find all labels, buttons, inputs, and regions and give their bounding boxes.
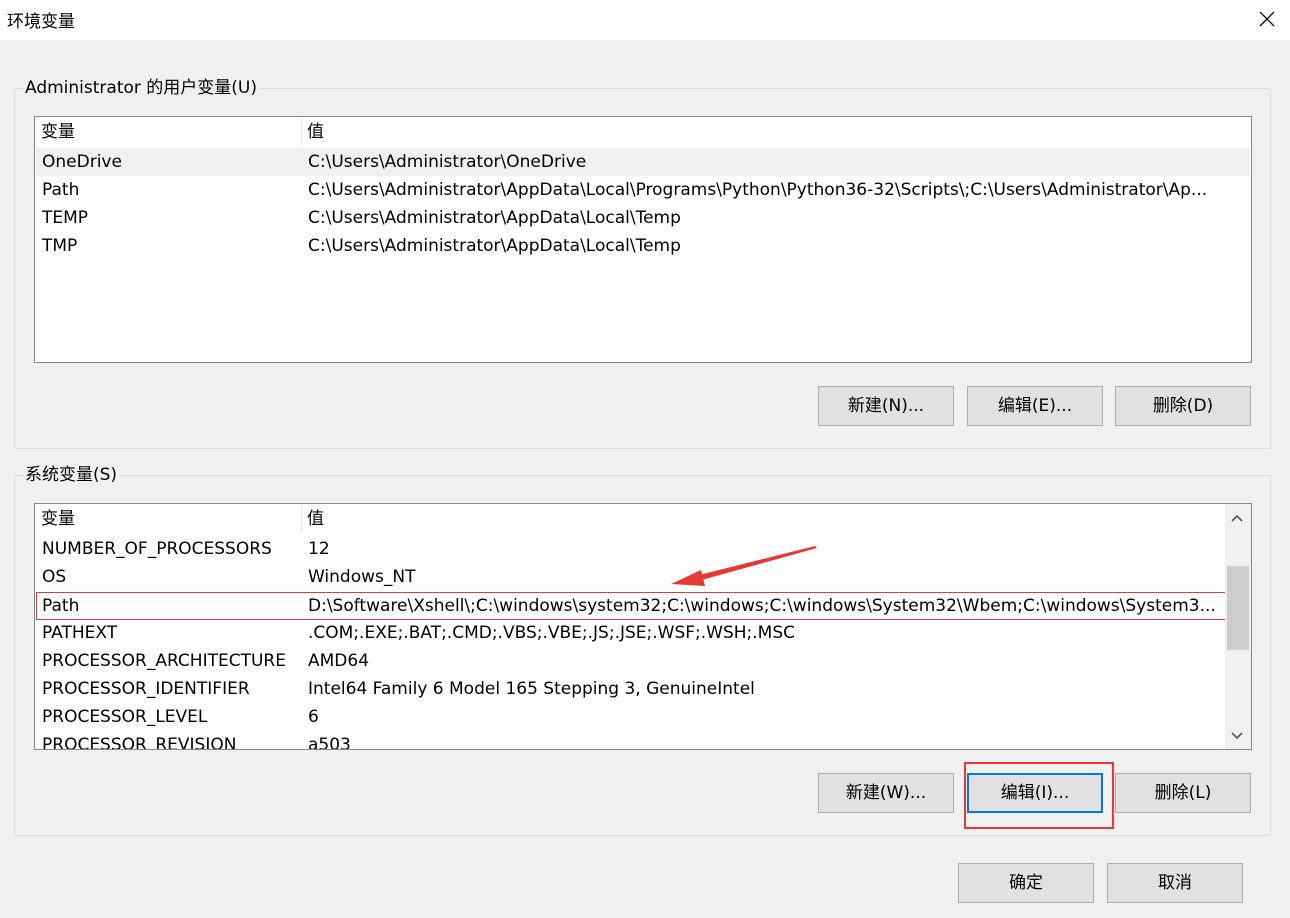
var-name: PROCESSOR_ARCHITECTURE xyxy=(42,651,286,671)
ok-button[interactable]: 确定 xyxy=(958,863,1094,903)
system-vars-legend: 系统变量(S) xyxy=(23,464,120,486)
var-value: .COM;.EXE;.BAT;.CMD;.VBS;.VBE;.JS;.JSE;.… xyxy=(308,623,796,643)
var-name: PROCESSOR_IDENTIFIER xyxy=(42,679,250,699)
var-value: AMD64 xyxy=(308,651,370,671)
user-delete-button[interactable]: 删除(D) xyxy=(1115,386,1251,426)
table-row[interactable]: TMP C:\Users\Administrator\AppData\Local… xyxy=(36,232,1250,260)
var-name: NUMBER_OF_PROCESSORS xyxy=(42,539,272,559)
column-header-value[interactable]: 值 xyxy=(301,117,324,147)
title-bar: 环境变量 xyxy=(0,0,1290,40)
user-vars-list[interactable]: 变量 值 OneDrive C:\Users\Administrator\One… xyxy=(34,116,1252,363)
var-name: TMP xyxy=(42,236,78,256)
var-name: PROCESSOR_LEVEL xyxy=(42,707,208,727)
system-delete-button[interactable]: 删除(L) xyxy=(1115,773,1251,813)
var-value: Intel64 Family 6 Model 165 Stepping 3, G… xyxy=(308,679,755,699)
user-vars-header: 变量 值 xyxy=(35,117,1251,147)
var-name: Path xyxy=(42,180,80,200)
table-row[interactable]: TEMP C:\Users\Administrator\AppData\Loca… xyxy=(36,204,1250,232)
scroll-down-button[interactable] xyxy=(1225,724,1249,748)
var-value: C:\Users\Administrator\AppData\Local\Tem… xyxy=(308,208,681,228)
user-new-button[interactable]: 新建(N)... xyxy=(818,386,954,426)
var-value: C:\Users\Administrator\OneDrive xyxy=(308,152,587,172)
window-title: 环境变量 xyxy=(7,12,75,32)
var-value: C:\Users\Administrator\AppData\Local\Pro… xyxy=(308,180,1208,200)
system-edit-button[interactable]: 编辑(I)... xyxy=(967,773,1103,813)
close-button[interactable] xyxy=(1244,0,1290,38)
table-row[interactable]: OneDrive C:\Users\Administrator\OneDrive xyxy=(36,148,1250,176)
column-header-value[interactable]: 值 xyxy=(301,504,324,534)
cancel-button[interactable]: 取消 xyxy=(1107,863,1243,903)
var-name: PROCESSOR_REVISION xyxy=(42,735,237,750)
var-name: OneDrive xyxy=(42,152,122,172)
var-name: TEMP xyxy=(42,208,89,228)
var-name: Path xyxy=(42,596,80,616)
system-new-button[interactable]: 新建(W)... xyxy=(818,773,954,813)
scroll-thumb[interactable] xyxy=(1227,566,1249,650)
chevron-up-icon xyxy=(1231,514,1243,522)
table-row[interactable]: NUMBER_OF_PROCESSORS 12 xyxy=(36,535,1226,563)
vertical-scrollbar[interactable] xyxy=(1225,504,1251,749)
column-header-name[interactable]: 变量 xyxy=(35,504,75,534)
var-value: D:\Software\Xshell\;C:\windows\system32;… xyxy=(308,596,1216,616)
table-row[interactable]: OS Windows_NT xyxy=(36,563,1226,591)
table-row[interactable]: PROCESSOR_IDENTIFIER Intel64 Family 6 Mo… xyxy=(36,675,1226,703)
table-row[interactable]: PROCESSOR_REVISION a503 xyxy=(36,731,1226,750)
var-value: Windows_NT xyxy=(308,567,416,587)
close-icon xyxy=(1259,11,1275,27)
var-name: PATHEXT xyxy=(42,623,118,643)
table-row[interactable]: PROCESSOR_ARCHITECTURE AMD64 xyxy=(36,647,1226,675)
column-header-name[interactable]: 变量 xyxy=(35,117,75,147)
chevron-down-icon xyxy=(1231,732,1243,740)
system-vars-header: 变量 值 xyxy=(35,504,1225,534)
var-value: a503 xyxy=(308,735,351,750)
scroll-up-button[interactable] xyxy=(1225,506,1249,530)
table-row[interactable]: PATHEXT .COM;.EXE;.BAT;.CMD;.VBS;.VBE;.J… xyxy=(36,619,1226,647)
table-row[interactable]: PROCESSOR_LEVEL 6 xyxy=(36,703,1226,731)
table-row[interactable]: Path C:\Users\Administrator\AppData\Loca… xyxy=(36,176,1250,204)
var-value: 6 xyxy=(308,707,319,727)
var-name: OS xyxy=(42,567,67,587)
var-value: C:\Users\Administrator\AppData\Local\Tem… xyxy=(308,236,681,256)
table-row-path-highlighted[interactable]: Path D:\Software\Xshell\;C:\windows\syst… xyxy=(36,592,1226,620)
user-vars-legend: Administrator 的用户变量(U) xyxy=(23,77,259,99)
user-edit-button[interactable]: 编辑(E)... xyxy=(967,386,1103,426)
var-value: 12 xyxy=(308,539,330,559)
system-vars-list[interactable]: 变量 值 NUMBER_OF_PROCESSORS 12 OS Windows_… xyxy=(34,503,1252,750)
